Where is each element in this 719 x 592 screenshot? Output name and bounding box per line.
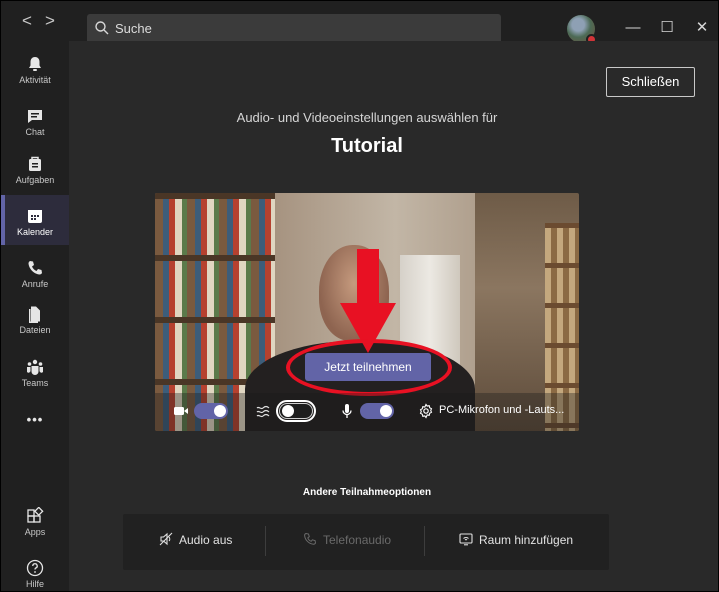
rail-item-hilfe[interactable]: Hilfe [1, 559, 69, 591]
gear-icon[interactable] [418, 403, 434, 419]
rail-label: Teams [21, 378, 49, 388]
more-apps-button[interactable]: ••• [1, 407, 69, 433]
file-icon [29, 306, 40, 323]
search-input[interactable]: Suche [87, 14, 501, 44]
phone-audio-option: Telefonaudio [303, 532, 391, 552]
av-controls-bar: PC-Mikrofon und -Lauts... [155, 393, 579, 431]
briefcase-icon [29, 156, 41, 171]
options-divider [265, 526, 266, 556]
bell-icon [29, 57, 41, 71]
rail-item-kalender[interactable]: Kalender [1, 195, 69, 245]
speaker-off-icon [159, 532, 173, 546]
red-arrow-annotation [340, 249, 396, 353]
microphone-toggle[interactable] [360, 403, 394, 419]
background-blur-icon [256, 405, 270, 418]
other-join-options: Audio aus Telefonaudio Raum hinzufügen [123, 514, 609, 570]
rail-label: Hilfe [25, 579, 44, 589]
rail-label: Apps [24, 527, 46, 537]
option-label: Audio aus [179, 533, 233, 547]
toggle-knob [380, 405, 392, 417]
toggle-knob [282, 405, 294, 417]
search-icon [95, 21, 109, 35]
rail-label: Aktivität [19, 75, 51, 85]
phone-icon [28, 261, 42, 275]
rail-item-teams[interactable]: Teams [1, 358, 69, 406]
audio-off-option[interactable]: Audio aus [159, 532, 232, 552]
apps-icon [27, 507, 44, 523]
meeting-prejoin-panel: Schließen Audio- und Videoeinstellungen … [69, 41, 718, 591]
camera-icon [174, 407, 188, 415]
back-button[interactable]: < [19, 12, 35, 30]
maximize-button[interactable]: ☐ [656, 18, 678, 38]
rail-label: Aufgaben [15, 175, 55, 185]
rail-item-aktivitaet[interactable]: Aktivität [1, 55, 69, 103]
phone-icon [304, 532, 317, 545]
minimize-button[interactable]: — [622, 18, 644, 38]
rail-item-apps[interactable]: Apps [1, 507, 69, 555]
red-circle-annotation [286, 339, 452, 396]
app-rail: Aktivität Chat Aufgaben Kalender Anrufe … [1, 41, 69, 591]
options-divider [424, 526, 425, 556]
teams-icon [27, 359, 43, 375]
calendar-icon [28, 210, 42, 223]
rail-item-chat[interactable]: Chat [1, 107, 69, 155]
option-label: Raum hinzufügen [479, 533, 574, 547]
teams-window: < > Suche — ☐ ✕ Aktivität Chat Aufgaben … [0, 0, 719, 592]
rail-label: Kalender [16, 227, 54, 237]
title-bar: < > Suche — ☐ ✕ [1, 1, 718, 45]
rail-item-dateien[interactable]: Dateien [1, 305, 69, 353]
other-join-options-title: Andere Teilnahmeoptionen [302, 487, 432, 498]
option-label: Telefonaudio [323, 533, 392, 547]
avatar[interactable] [567, 15, 597, 45]
rail-label: Chat [25, 127, 45, 137]
forward-button[interactable]: > [42, 12, 58, 30]
search-placeholder: Suche [115, 21, 152, 36]
rail-item-anrufe[interactable]: Anrufe [1, 259, 69, 307]
video-preview: Jetzt teilnehmen PC-Mikrofon und -Lauts.… [155, 193, 579, 431]
toggle-knob [214, 405, 226, 417]
rail-label: Anrufe [21, 279, 49, 289]
chat-icon [28, 110, 42, 123]
background-blur-toggle[interactable] [276, 400, 316, 422]
rail-label: Dateien [19, 325, 51, 335]
help-icon [26, 559, 44, 577]
close-button[interactable]: Schließen [606, 67, 695, 97]
meeting-title: Tutorial [331, 135, 403, 157]
camera-toggle[interactable] [194, 403, 228, 419]
cast-icon [459, 533, 473, 546]
microphone-icon [342, 404, 352, 418]
prejoin-subtitle: Audio- und Videoeinstellungen auswählen … [236, 110, 498, 125]
add-room-option[interactable]: Raum hinzufügen [459, 532, 573, 552]
audio-device-selector[interactable]: PC-Mikrofon und -Lauts... [439, 404, 564, 416]
close-window-button[interactable]: ✕ [691, 18, 713, 38]
